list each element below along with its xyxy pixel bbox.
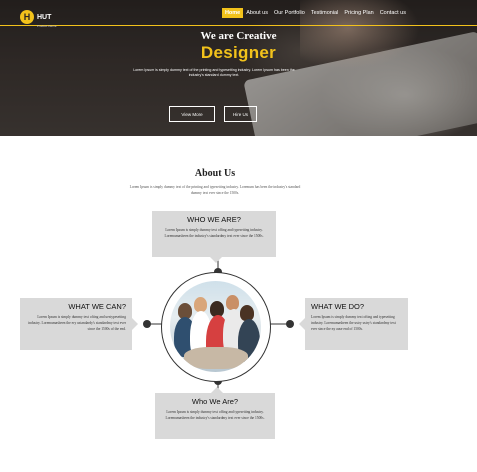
top-navigation-bar: H HUT Product theme Home About us Our Po… xyxy=(0,0,477,28)
team-photo xyxy=(170,281,261,372)
card-text: Lorem Ipsum is simply dummy text offing … xyxy=(164,228,264,238)
logo-mark-icon: H xyxy=(20,10,34,24)
card-what-we-can: WHAT WE CAN? Lorem Ipsum is simply dummy… xyxy=(20,298,138,350)
brand-tagline: Product theme xyxy=(37,24,57,28)
hero-title: We are Creative xyxy=(200,30,277,42)
connector-dot-right xyxy=(286,320,294,328)
connector-dot-left xyxy=(143,320,151,328)
card-who-we-are-bottom: Who We Are? Lorem Ipsum is simply dummy … xyxy=(155,387,275,439)
hero-banner: H HUT Product theme Home About us Our Po… xyxy=(0,0,477,136)
nav-item-testimonial[interactable]: Testimonial xyxy=(308,8,342,18)
card-text: Lorem Ipsum is simply dummy text ofting … xyxy=(311,315,396,331)
card-heading: WHAT WE DO? xyxy=(311,302,365,311)
nav-item-our-portfolio[interactable]: Our Portfolio xyxy=(271,8,308,18)
main-nav: Home About us Our Portfolio Testimonial … xyxy=(221,8,409,18)
card-text: Lorem Ipsum is simply dummy text ofting … xyxy=(28,315,126,331)
nav-item-home[interactable]: Home xyxy=(221,8,244,18)
hire-us-button[interactable]: Hire Us xyxy=(224,106,257,122)
brand-name: HUT xyxy=(37,14,52,21)
card-who-we-are: WHO WE ARE? Lorem Ipsum is simply dummy … xyxy=(152,211,276,263)
card-heading: WHO WE ARE? xyxy=(187,215,241,224)
card-text: Lorem Ipsum is simply dummy text offing … xyxy=(165,410,265,420)
about-description: Lorem Ipsum is simply dummy text of the … xyxy=(129,185,301,195)
hero-subtitle: Designer xyxy=(200,43,277,62)
team-photo-frame xyxy=(161,272,271,382)
nav-item-contact-us[interactable]: Contact us xyxy=(377,8,409,18)
view-more-button[interactable]: View More xyxy=(169,106,215,122)
nav-item-pricing-plan[interactable]: Pricing Plan xyxy=(341,8,376,18)
card-what-we-do: WHAT WE DO? Lorem Ipsum is simply dummy … xyxy=(299,298,408,350)
card-heading: Who We Are? xyxy=(191,397,239,406)
nav-item-about-us[interactable]: About us xyxy=(243,8,271,18)
about-title: About Us xyxy=(194,168,236,179)
brand-logo[interactable]: H HUT Product theme xyxy=(20,6,57,28)
hero-description: Lorem Ipsum is simply dummy text of the … xyxy=(133,68,295,77)
card-heading: WHAT WE CAN? xyxy=(68,302,126,311)
